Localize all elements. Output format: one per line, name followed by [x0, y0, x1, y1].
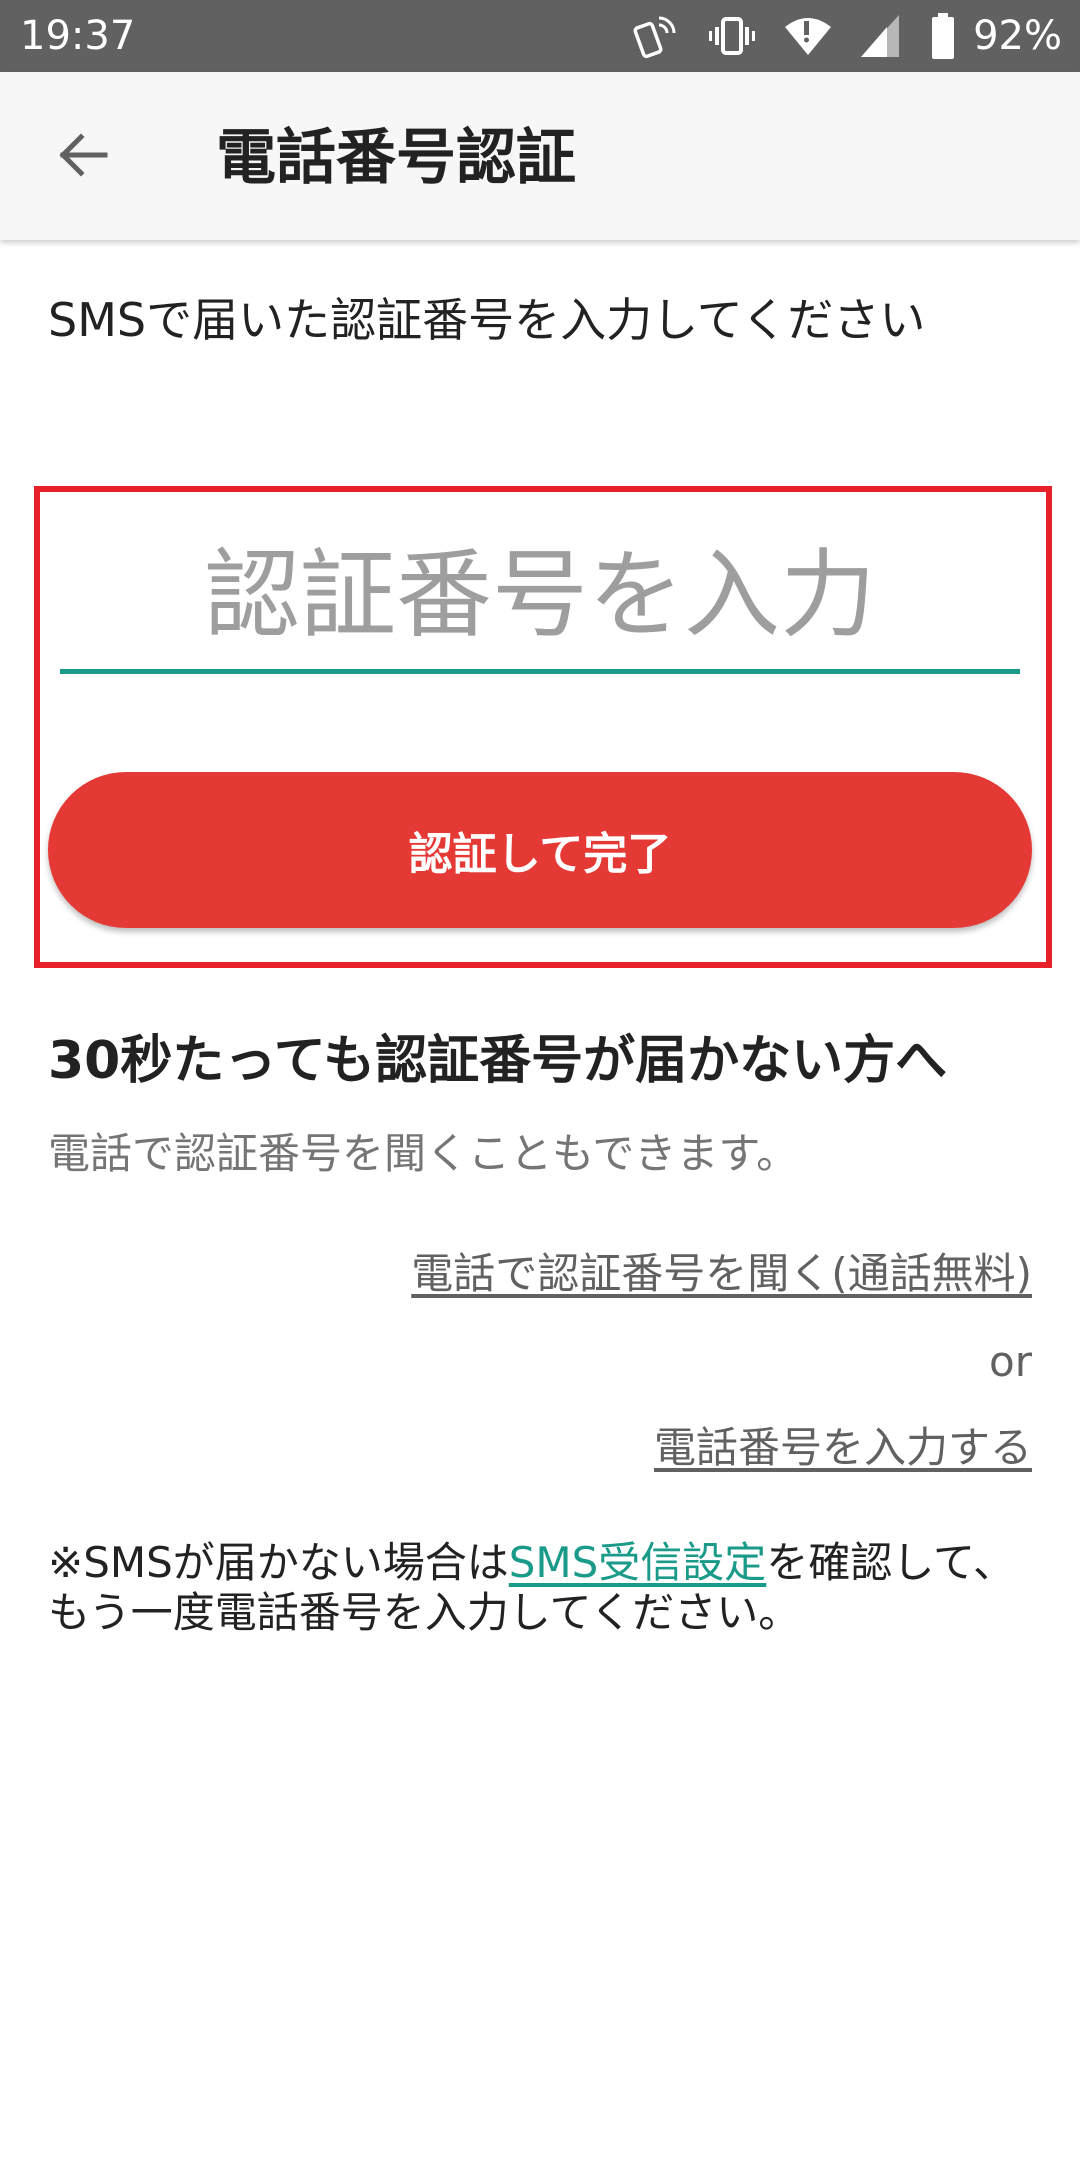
instruction-text: SMSで届いた認証番号を入力してください: [48, 293, 926, 347]
sms-note: ※SMSが届かない場合はSMS受信設定を確認して、もう一度電話番号を入力してくだ…: [48, 1538, 1038, 1638]
help-subtext: 電話で認証番号を聞くこともできます。: [48, 1129, 799, 1178]
help-heading: 30秒たっても認証番号が届かない方へ: [48, 1031, 948, 1091]
cellular-signal-icon: [859, 13, 903, 59]
back-button[interactable]: [38, 112, 128, 202]
arrow-back-icon: [55, 127, 111, 187]
nfc-phone-icon: [631, 11, 681, 61]
or-separator: or: [989, 1337, 1032, 1386]
page-title: 電話番号認証: [216, 123, 576, 193]
reenter-phone-link[interactable]: 電話番号を入力する: [654, 1420, 1032, 1476]
verify-complete-button[interactable]: 認証して完了: [48, 772, 1032, 928]
status-time: 19:37: [20, 13, 136, 59]
status-icons: 92%: [631, 10, 1062, 62]
app-bar: 電話番号認証: [0, 72, 1080, 240]
battery-icon: [929, 11, 957, 61]
sms-settings-link[interactable]: SMS受信設定: [509, 1538, 767, 1587]
verification-code-input[interactable]: [60, 520, 1020, 674]
wifi-icon: [783, 11, 833, 61]
status-bar: 19:37 92%: [0, 0, 1080, 72]
sms-note-prefix: ※SMSが届かない場合は: [48, 1538, 509, 1587]
call-for-code-link[interactable]: 電話で認証番号を聞く(通話無料): [411, 1246, 1032, 1302]
vibrate-icon: [707, 11, 757, 61]
battery-percentage: 92%: [973, 13, 1062, 59]
